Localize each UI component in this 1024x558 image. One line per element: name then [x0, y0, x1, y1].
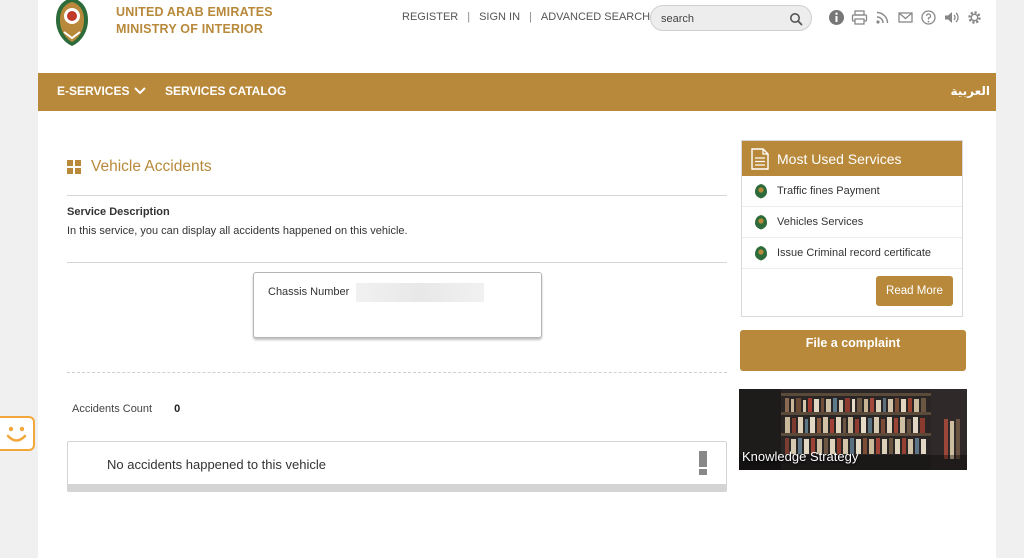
volume-icon[interactable]	[943, 9, 960, 26]
page-title-row: Vehicle Accidents	[67, 158, 212, 176]
emblem-icon	[755, 184, 767, 199]
mail-icon[interactable]	[897, 9, 914, 26]
no-accidents-alert: No accidents happened to this vehicle	[67, 441, 727, 492]
dashed-divider	[67, 372, 727, 373]
most-used-item-criminal-record[interactable]: Issue Criminal record certificate	[742, 238, 962, 269]
register-link[interactable]: REGISTER	[402, 11, 458, 23]
print-icon[interactable]	[851, 9, 868, 26]
exclamation-icon	[699, 451, 707, 475]
service-description-heading: Service Description	[67, 206, 170, 218]
uae-emblem-logo[interactable]	[48, 0, 96, 48]
divider	[67, 262, 727, 263]
smiley-icon	[6, 426, 27, 442]
alert-message: No accidents happened to this vehicle	[107, 457, 326, 472]
ministry-name[interactable]: UNITED ARAB EMIRATES MINISTRY OF INTERIO…	[116, 4, 273, 38]
file-complaint-button[interactable]: File a complaint	[740, 330, 966, 371]
toolbar-icons	[828, 9, 983, 26]
settings-icon[interactable]	[966, 9, 983, 26]
nav-services-catalog-label: SERVICES CATALOG	[165, 84, 287, 98]
org-line-1: UNITED ARAB EMIRATES	[116, 5, 273, 19]
help-icon[interactable]	[920, 9, 937, 26]
chassis-number-value-redacted	[356, 283, 484, 302]
most-used-item-label: Traffic fines Payment	[777, 185, 880, 197]
chevron-down-icon	[134, 87, 147, 95]
accidents-count-row: Accidents Count 0	[72, 403, 180, 415]
most-used-item-label: Vehicles Services	[777, 216, 864, 228]
most-used-services-header: Most Used Services	[742, 141, 962, 176]
document-icon	[751, 147, 769, 170]
language-switch[interactable]: العربية	[950, 84, 990, 98]
page-title: Vehicle Accidents	[91, 158, 212, 175]
knowledge-strategy-banner[interactable]: Knowledge Strategy	[739, 389, 967, 470]
advanced-search-link[interactable]: ADVANCED SEARCH	[541, 11, 650, 23]
search-input[interactable]	[661, 10, 781, 27]
link-separator: |	[529, 11, 532, 23]
accidents-count-value: 0	[174, 403, 181, 415]
info-icon[interactable]	[828, 9, 845, 26]
chassis-number-card: Chassis Number	[253, 272, 542, 338]
link-separator: |	[467, 11, 471, 23]
most-used-item-label: Issue Criminal record certificate	[777, 247, 932, 259]
page-container: UNITED ARAB EMIRATES MINISTRY OF INTERIO…	[38, 0, 996, 558]
nav-e-services-label: E-SERVICES	[57, 84, 130, 98]
rss-icon[interactable]	[874, 9, 891, 26]
emblem-icon	[755, 215, 767, 230]
service-description-text: In this service, you can display all acc…	[67, 225, 408, 237]
org-line-2: MINISTRY OF INTERIOR	[116, 22, 264, 36]
most-used-services-panel: Most Used Services Traffic fines Payment…	[741, 140, 963, 317]
sign-in-link[interactable]: SIGN IN	[479, 11, 520, 23]
knowledge-strategy-label: Knowledge Strategy	[742, 449, 859, 464]
accidents-count-label: Accidents Count	[72, 403, 153, 415]
divider	[67, 195, 727, 196]
most-used-item-vehicles-services[interactable]: Vehicles Services	[742, 207, 962, 238]
main-navbar: E-SERVICES SERVICES CATALOG العربية	[38, 73, 996, 111]
most-used-item-traffic-fines[interactable]: Traffic fines Payment	[742, 176, 962, 207]
nav-e-services[interactable]: E-SERVICES	[57, 84, 147, 98]
nav-services-catalog[interactable]: SERVICES CATALOG	[165, 84, 286, 98]
grid-icon	[67, 160, 81, 174]
chassis-number-label: Chassis Number	[268, 286, 350, 298]
read-more-button[interactable]: Read More	[876, 276, 953, 306]
emblem-icon	[755, 246, 767, 261]
search-icon[interactable]	[789, 12, 803, 26]
top-links: REGISTER | SIGN IN | ADVANCED SEARCH	[402, 11, 650, 23]
most-used-services-title: Most Used Services	[777, 150, 902, 167]
feedback-smiley-button[interactable]	[0, 416, 35, 451]
search-box	[650, 5, 812, 31]
